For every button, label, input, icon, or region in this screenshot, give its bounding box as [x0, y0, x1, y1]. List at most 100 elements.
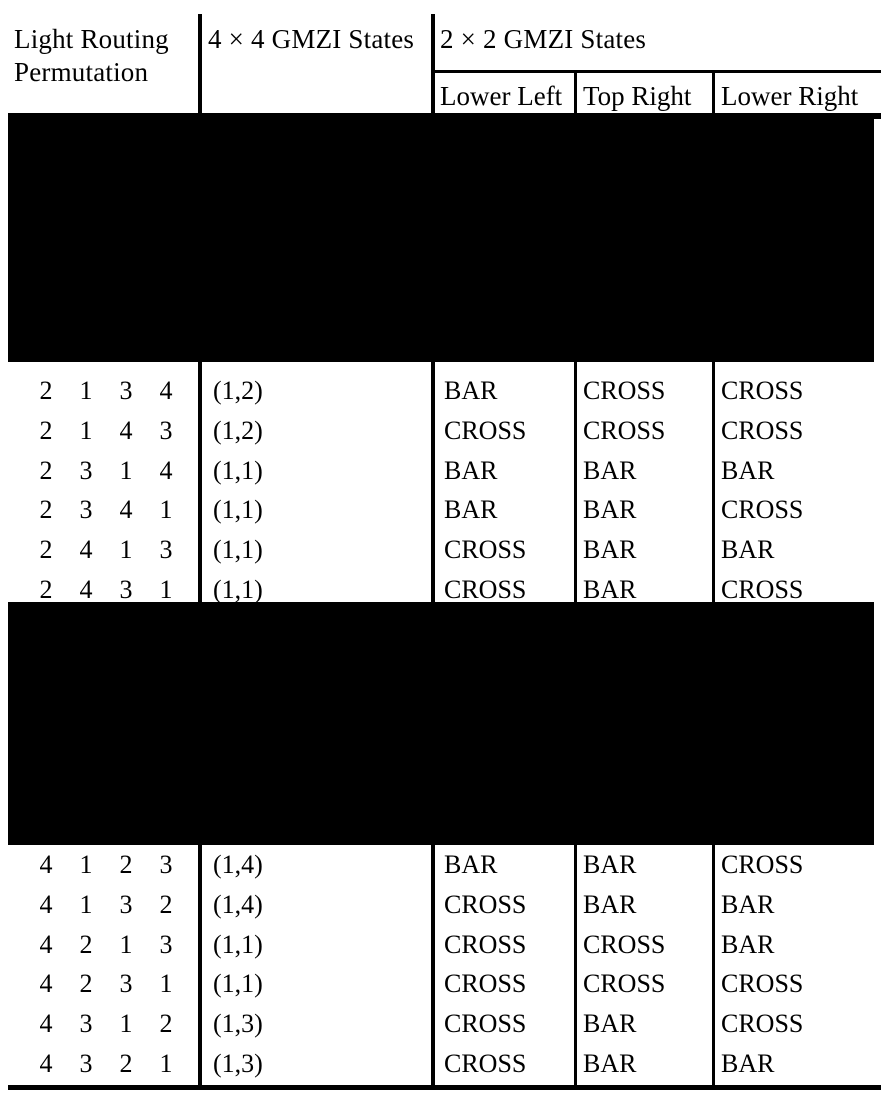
cell-top-right: BAR [583, 850, 637, 879]
cell-top-right: BAR [583, 1049, 637, 1078]
table-row: 2 4 1 3 (1,1) CROSS BAR BAR [0, 530, 881, 570]
permutation-digit: 1 [79, 850, 93, 879]
cell-lower-right: BAR [721, 455, 775, 485]
permutation-digit: 1 [159, 969, 173, 999]
permutation-digit: 1 [79, 415, 93, 445]
redaction-block [8, 117, 874, 362]
redaction-block [8, 602, 874, 845]
cell-lower-right: BAR [721, 889, 775, 919]
column-header-light-routing-permutation: Light Routing Permutation [14, 23, 194, 89]
cell-lower-left: CROSS [444, 929, 527, 959]
subheader-divider-topright-lowerright [712, 71, 715, 115]
permutation-digit: 3 [159, 415, 173, 445]
permutation-digit: 4 [159, 455, 173, 485]
cell-top-right: BAR [583, 535, 637, 565]
gmzi-4x4-state: (1,2) [213, 376, 263, 405]
permutation-digit: 2 [79, 969, 93, 999]
permutation-digit: 2 [159, 1009, 173, 1039]
subheader-top-rule [432, 70, 881, 73]
subheader-divider-lowerleft-topright [574, 71, 577, 115]
permutation-digit: 3 [119, 969, 133, 999]
permutation-digit: 3 [159, 850, 173, 879]
cell-lower-right: CROSS [721, 850, 804, 879]
gmzi-4x4-state: (1,4) [213, 889, 263, 919]
cell-top-right: CROSS [583, 415, 666, 445]
cell-lower-left: BAR [444, 495, 498, 525]
permutation-digit: 3 [79, 1009, 93, 1039]
permutation-digit: 4 [39, 850, 53, 879]
permutation-digit: 4 [119, 495, 133, 525]
column-subheader-lower-right: Lower Right [721, 81, 859, 111]
permutation-digit: 4 [39, 889, 53, 919]
cell-lower-left: BAR [444, 376, 498, 405]
permutation-digit: 1 [79, 376, 93, 405]
permutation-digit: 3 [79, 495, 93, 525]
permutation-digit: 2 [119, 850, 133, 879]
permutation-digit: 4 [159, 376, 173, 405]
permutation-digit: 2 [39, 535, 53, 565]
cell-lower-left: CROSS [444, 1049, 527, 1078]
cell-lower-left: BAR [444, 850, 498, 879]
cell-top-right: CROSS [583, 969, 666, 999]
permutation-digit: 1 [159, 1049, 173, 1078]
permutation-digit: 4 [79, 535, 93, 565]
table-row: 4 2 1 3 (1,1) CROSS CROSS BAR [0, 925, 881, 965]
gmzi-4x4-state: (1,1) [213, 495, 263, 525]
permutation-digit: 3 [159, 535, 173, 565]
cell-lower-left: CROSS [444, 535, 527, 565]
permutation-digit: 1 [119, 455, 133, 485]
permutation-digit: 3 [119, 376, 133, 405]
cell-lower-right: CROSS [721, 376, 804, 405]
cell-lower-left: BAR [444, 455, 498, 485]
permutation-digit: 1 [79, 889, 93, 919]
column-header-4x4-gmzi-states: 4 × 4 GMZI States [208, 24, 415, 54]
cell-lower-right: CROSS [721, 969, 804, 999]
cell-lower-right: BAR [721, 929, 775, 959]
cell-lower-right: BAR [721, 1049, 775, 1078]
gmzi-4x4-state: (1,1) [213, 535, 263, 565]
permutation-digit: 3 [119, 889, 133, 919]
permutation-digit: 4 [39, 969, 53, 999]
permutation-digit: 2 [79, 929, 93, 959]
permutation-digit: 2 [39, 376, 53, 405]
cell-top-right: CROSS [583, 929, 666, 959]
permutation-digit: 2 [39, 495, 53, 525]
cell-lower-left: CROSS [444, 415, 527, 445]
cell-top-right: BAR [583, 1009, 637, 1039]
table-row: 4 2 3 1 (1,1) CROSS CROSS CROSS [0, 964, 881, 1004]
gmzi-4x4-state: (1,1) [213, 969, 263, 999]
permutation-digit: 1 [119, 535, 133, 565]
permutation-digit: 4 [39, 1009, 53, 1039]
table-row: 4 3 1 2 (1,3) CROSS BAR CROSS [0, 1004, 881, 1044]
permutation-digit: 3 [79, 1049, 93, 1078]
permutation-digit: 1 [119, 929, 133, 959]
permutation-digit: 2 [119, 1049, 133, 1078]
gmzi-4x4-state: (1,3) [213, 1049, 263, 1078]
cell-lower-right: BAR [721, 535, 775, 565]
cell-lower-right: CROSS [721, 495, 804, 525]
table-row: 4 1 3 2 (1,4) CROSS BAR BAR [0, 885, 881, 925]
cell-top-right: BAR [583, 455, 637, 485]
gmzi-4x4-state: (1,3) [213, 1009, 263, 1039]
permutation-digit: 3 [79, 455, 93, 485]
gmzi-4x4-state: (1,2) [213, 415, 263, 445]
permutation-digit: 2 [39, 455, 53, 485]
cell-lower-left: CROSS [444, 889, 527, 919]
table-row: 2 1 4 3 (1,2) CROSS CROSS CROSS [0, 411, 881, 451]
header-divider-2 [431, 14, 435, 115]
cell-lower-left: CROSS [444, 969, 527, 999]
permutation-digit: 4 [39, 1049, 53, 1078]
cell-lower-right: CROSS [721, 1009, 804, 1039]
header-divider-1 [198, 14, 202, 115]
column-subheader-lower-left: Lower Left [440, 81, 563, 111]
gmzi-states-table: Light Routing Permutation 4 × 4 GMZI Sta… [0, 0, 881, 1100]
column-header-light-routing-line2: Permutation [14, 57, 149, 87]
column-subheader-top-right: Top Right [583, 81, 692, 111]
permutation-digit: 4 [119, 415, 133, 445]
permutation-digit: 2 [159, 889, 173, 919]
column-header-2x2-gmzi-states: 2 × 2 GMZI States [440, 24, 647, 54]
cell-lower-right: CROSS [721, 415, 804, 445]
table-row: 2 3 1 4 (1,1) BAR BAR BAR [0, 451, 881, 491]
cell-top-right: BAR [583, 889, 637, 919]
table-row: 2 3 4 1 (1,1) BAR BAR CROSS [0, 490, 881, 530]
